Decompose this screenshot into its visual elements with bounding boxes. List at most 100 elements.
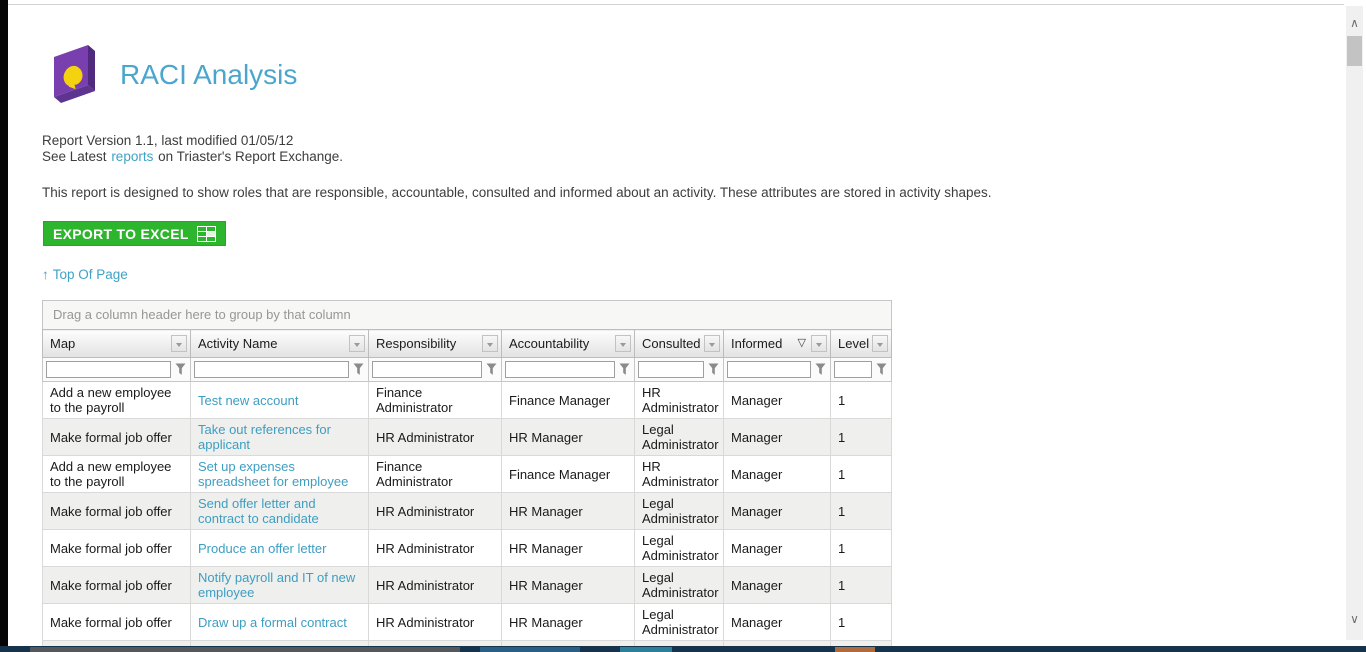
column-header-informed[interactable]: Informed▽ (724, 330, 831, 358)
report-page: RACI Analysis Report Version 1.1, last m… (8, 5, 1344, 646)
up-arrow-icon: ↑ (42, 267, 49, 282)
activity-cell: Send offer letter and contract to candid… (191, 493, 369, 530)
column-header-consulted[interactable]: Consulted (635, 330, 724, 358)
accountability-cell: HR Manager (502, 493, 635, 530)
responsibility-cell: HR Administrator (369, 604, 502, 641)
activity-cell: Test new account (191, 382, 369, 419)
informed-cell: Manager (724, 456, 831, 493)
responsibility-cell: HR Administrator (369, 493, 502, 530)
table-row: Add a new employee to the payroll Test n… (43, 382, 892, 419)
activity-link[interactable]: Take out references for applicant (198, 422, 331, 452)
informed-cell: Manager (724, 604, 831, 641)
responsibility-cell: HR Administrator (369, 567, 502, 604)
scrollbar-thumb[interactable] (1347, 36, 1362, 66)
level-cell: 1 (831, 419, 892, 456)
sort-descending-icon: ▽ (798, 336, 806, 349)
filter-funnel-icon[interactable] (875, 363, 888, 377)
activity-cell: Take out references for applicant (191, 419, 369, 456)
table-row: Add a new employee to the payroll Set up… (43, 456, 892, 493)
map-cell: Make formal job offer (43, 567, 191, 604)
level-cell: 1 (831, 567, 892, 604)
level-cell: 1 (831, 604, 892, 641)
column-header-level[interactable]: Level (831, 330, 892, 358)
reports-link[interactable]: reports (111, 149, 153, 164)
taskbar-segment (835, 647, 875, 652)
activity-cell: Produce an offer letter (191, 530, 369, 567)
group-by-dropzone[interactable]: Drag a column header here to group by th… (42, 300, 892, 330)
filter-funnel-icon[interactable] (485, 363, 498, 377)
accountability-cell: HR Manager (502, 567, 635, 604)
export-to-excel-button[interactable]: EXPORT TO EXCEL (43, 221, 226, 246)
filter-input-consulted[interactable] (638, 361, 704, 378)
filter-funnel-icon[interactable] (174, 363, 187, 377)
report-description: This report is designed to show roles th… (42, 185, 992, 200)
map-cell: Add a new employee to the payroll (43, 382, 191, 419)
level-cell: 1 (831, 456, 892, 493)
activity-cell: Draw up a formal contract (191, 604, 369, 641)
filter-input-map[interactable] (46, 361, 171, 378)
window-top-border (8, 4, 1344, 5)
column-header-activity-name[interactable]: Activity Name (191, 330, 369, 358)
map-cell: Add a new employee to the payroll (43, 456, 191, 493)
column-menu-icon[interactable] (171, 335, 187, 352)
activity-cell: Set up expenses spreadsheet for employee (191, 456, 369, 493)
consulted-cell: HR Administrator (635, 382, 724, 419)
scroll-down-icon[interactable]: ∨ (1346, 608, 1363, 630)
informed-cell: Manager (724, 419, 831, 456)
excel-grid-icon (197, 226, 216, 242)
column-menu-icon[interactable] (482, 335, 498, 352)
accountability-cell: Finance Manager (502, 456, 635, 493)
filter-funnel-icon[interactable] (352, 363, 365, 377)
activity-link[interactable]: Draw up a formal contract (198, 615, 347, 630)
taskbar-segment (30, 647, 460, 652)
filter-input-informed[interactable] (727, 361, 811, 378)
activity-link[interactable]: Set up expenses spreadsheet for employee (198, 459, 348, 489)
scroll-up-icon[interactable]: ∧ (1346, 12, 1363, 34)
column-menu-icon[interactable] (872, 335, 888, 352)
triaster-logo-icon (48, 39, 104, 109)
consulted-cell: HR Administrator (635, 456, 724, 493)
table-row: Make formal job offer Take out reference… (43, 419, 892, 456)
filter-input-activity-name[interactable] (194, 361, 349, 378)
accountability-cell: Finance Manager (502, 382, 635, 419)
column-menu-icon[interactable] (615, 335, 631, 352)
top-of-page-link[interactable]: ↑Top Of Page (42, 267, 128, 282)
table-row: Make formal job offer Produce an offer l… (43, 530, 892, 567)
activity-link[interactable]: Produce an offer letter (198, 541, 326, 556)
column-menu-icon[interactable] (704, 335, 720, 352)
responsibility-cell: Finance Administrator (369, 456, 502, 493)
latest-line: See Latest reports on Triaster's Report … (42, 149, 343, 165)
accountability-cell: HR Manager (502, 604, 635, 641)
version-line: Report Version 1.1, last modified 01/05/… (42, 133, 343, 149)
column-header-map[interactable]: Map (43, 330, 191, 358)
column-menu-icon[interactable] (811, 335, 827, 352)
report-meta: Report Version 1.1, last modified 01/05/… (42, 133, 343, 165)
responsibility-cell: Finance Administrator (369, 382, 502, 419)
table-row: Make formal job offer Draw up a formal c… (43, 604, 892, 641)
filter-input-level[interactable] (834, 361, 872, 378)
responsibility-cell: HR Administrator (369, 530, 502, 567)
map-cell: Make formal job offer (43, 419, 191, 456)
column-menu-icon[interactable] (349, 335, 365, 352)
filter-input-accountability[interactable] (505, 361, 615, 378)
level-cell: 1 (831, 530, 892, 567)
header-row: Map Activity Name Responsibility Account… (43, 330, 892, 358)
activity-cell: Notify payroll and IT of new employee (191, 567, 369, 604)
informed-cell: Manager (724, 493, 831, 530)
filter-input-responsibility[interactable] (372, 361, 482, 378)
responsibility-cell: HR Administrator (369, 419, 502, 456)
taskbar-segment (480, 647, 580, 652)
level-cell: 1 (831, 493, 892, 530)
activity-link[interactable]: Test new account (198, 393, 298, 408)
filter-funnel-icon[interactable] (707, 363, 720, 377)
column-header-responsibility[interactable]: Responsibility (369, 330, 502, 358)
column-header-accountability[interactable]: Accountability (502, 330, 635, 358)
vertical-scrollbar[interactable]: ∧ ∨ (1346, 6, 1363, 640)
filter-funnel-icon[interactable] (814, 363, 827, 377)
activity-link[interactable]: Send offer letter and contract to candid… (198, 496, 319, 526)
activity-link[interactable]: Notify payroll and IT of new employee (198, 570, 355, 600)
level-cell: 1 (831, 382, 892, 419)
filter-funnel-icon[interactable] (618, 363, 631, 377)
map-cell: Make formal job offer (43, 604, 191, 641)
accountability-cell: HR Manager (502, 419, 635, 456)
